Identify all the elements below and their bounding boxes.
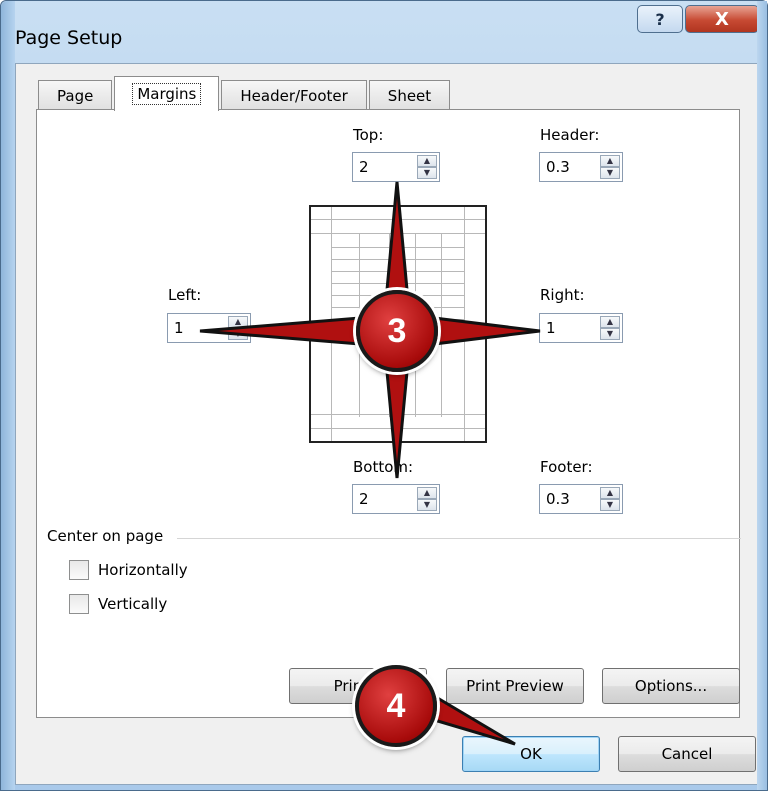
center-on-page-heading: Center on page (47, 527, 164, 545)
spin-up-icon[interactable]: ▲ (600, 155, 620, 167)
footer-value: 0.3 (546, 490, 570, 508)
vertically-label: Vertically (98, 595, 168, 613)
spin-up-icon[interactable]: ▲ (600, 487, 620, 499)
vertically-checkbox[interactable]: Vertically (69, 594, 167, 614)
bottom-spinner[interactable]: 2 ▲ ▼ (352, 484, 440, 514)
horizontally-label: Horizontally (98, 561, 188, 579)
spin-down-icon[interactable]: ▼ (417, 499, 437, 511)
print-preview-button[interactable]: Print Preview (446, 668, 584, 704)
spin-down-icon[interactable]: ▼ (228, 328, 248, 340)
section-divider (177, 538, 741, 539)
left-spinner[interactable]: 1 ▲ ▼ (167, 313, 251, 343)
tab-margins[interactable]: Margins (114, 76, 220, 111)
margins-panel: Top: 2 ▲ ▼ Header: 0.3 ▲ ▼ Left: 1 ▲ ▼ R… (36, 109, 741, 718)
help-button[interactable]: ? (637, 5, 683, 33)
help-icon: ? (655, 9, 665, 29)
left-value: 1 (174, 319, 184, 337)
tab-sheet[interactable]: Sheet (368, 80, 451, 110)
checkbox-icon[interactable] (69, 594, 89, 614)
spin-up-icon[interactable]: ▲ (600, 316, 620, 328)
step-4-callout: 4 (355, 665, 437, 747)
spin-down-icon[interactable]: ▼ (600, 167, 620, 179)
bottom-label: Bottom: (353, 458, 414, 476)
ok-button[interactable]: OK (462, 736, 600, 772)
close-icon: X (715, 8, 729, 30)
spin-up-icon[interactable]: ▲ (417, 155, 437, 167)
horizontally-checkbox[interactable]: Horizontally (69, 560, 188, 580)
right-label: Right: (540, 286, 585, 304)
right-value: 1 (546, 319, 556, 337)
footer-label: Footer: (540, 458, 593, 476)
spin-down-icon[interactable]: ▼ (600, 328, 620, 340)
right-spinner[interactable]: 1 ▲ ▼ (539, 313, 623, 343)
step-3-callout: 3 (356, 290, 438, 372)
cancel-button[interactable]: Cancel (618, 736, 756, 772)
options-button[interactable]: Options... (602, 668, 740, 704)
tab-strip: Page Margins Header/Footer Sheet (38, 76, 452, 111)
header-spinner[interactable]: 0.3 ▲ ▼ (539, 152, 623, 182)
top-label: Top: (353, 126, 384, 144)
close-button[interactable]: X (685, 5, 759, 33)
header-value: 0.3 (546, 158, 570, 176)
tab-header-footer[interactable]: Header/Footer (221, 80, 367, 110)
checkbox-icon[interactable] (69, 560, 89, 580)
window-title: Page Setup (15, 27, 123, 49)
tab-page[interactable]: Page (38, 80, 113, 110)
top-spinner[interactable]: 2 ▲ ▼ (352, 152, 440, 182)
header-label: Header: (540, 126, 600, 144)
spin-up-icon[interactable]: ▲ (417, 487, 437, 499)
bottom-value: 2 (359, 490, 369, 508)
spin-down-icon[interactable]: ▼ (417, 167, 437, 179)
left-label: Left: (168, 286, 202, 304)
spin-up-icon[interactable]: ▲ (228, 316, 248, 328)
spin-down-icon[interactable]: ▼ (600, 499, 620, 511)
top-value: 2 (359, 158, 369, 176)
footer-spinner[interactable]: 0.3 ▲ ▼ (539, 484, 623, 514)
